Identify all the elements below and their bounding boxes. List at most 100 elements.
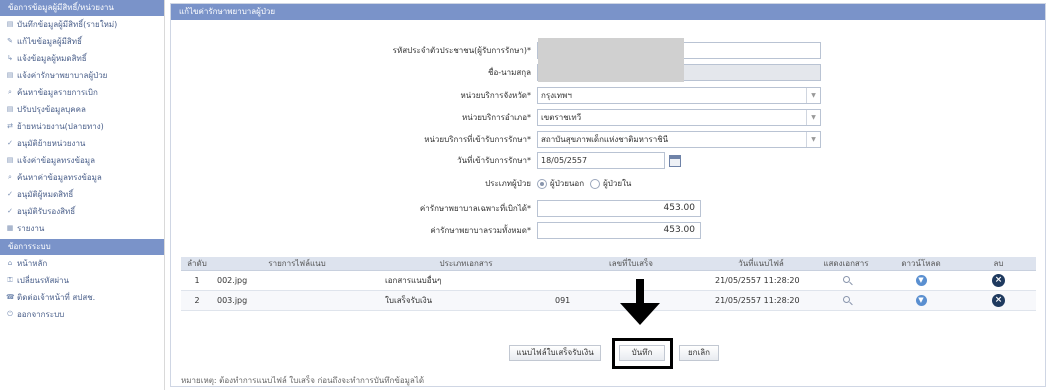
- table-row: 1 002.jpg เอกสารแนบอื่นๆ 21/05/2557 11:2…: [181, 270, 1036, 291]
- sidebar-item-label: อนุมัติผู้หมดสิทธิ์: [17, 190, 74, 199]
- page-icon: ▤: [6, 71, 14, 79]
- province-select[interactable]: กรุงเทพฯ ▼: [537, 87, 821, 104]
- col-download: ดาวน์โหลด: [881, 257, 961, 271]
- hospital-select[interactable]: สถาบันสุขภาพเด็กแห่งชาติมหาราชินี ▼: [537, 131, 821, 148]
- calendar-icon[interactable]: [669, 154, 681, 167]
- approve-icon: ✓: [7, 139, 13, 147]
- chevron-down-icon: ▼: [806, 88, 820, 103]
- sidebar-item-label: ค้นหาค่าข้อมูลทรงข้อมูล: [17, 173, 102, 182]
- delete-cell: ×: [961, 290, 1036, 311]
- sidebar-item-home[interactable]: ⌂ หน้าหลัก: [0, 255, 164, 272]
- chevron-down-icon: ▼: [806, 110, 820, 125]
- sidebar-item[interactable]: ✓ อนุมัติย้ายหน่วยงาน: [0, 135, 164, 152]
- download-icon[interactable]: ▼: [915, 295, 927, 306]
- view-cell: [811, 270, 881, 291]
- sidebar-item-contact[interactable]: ☎ ติดต่อเจ้าหน้าที่ สปสช.: [0, 289, 164, 306]
- sidebar-item-logout[interactable]: ⏻ ออกจากระบบ: [0, 306, 164, 323]
- claimable-label: ค่ารักษาพยาบาลเฉพาะที่เบิกได้*: [419, 204, 531, 213]
- sidebar-menu: ▤ บันทึกข้อมูลผู้มีสิทธิ์(รายใหม่) ✎ แก้ไข…: [0, 16, 164, 237]
- total-row: ค่ารักษาพยาบาลรวมทั้งหมด* 453.00: [351, 222, 701, 239]
- sidebar-item[interactable]: ▤ แจ้งค่ารักษาพยาบาลผู้ป่วย: [0, 67, 164, 84]
- home-icon: ⌂: [7, 259, 13, 267]
- cancel-button[interactable]: ยกเลิก: [679, 345, 719, 361]
- total-field[interactable]: 453.00: [537, 222, 701, 239]
- magnifier-icon[interactable]: [842, 296, 850, 303]
- patient-type-row: ประเภทผู้ป่วย ผู้ป่วยนอก ผู้ป่วยใน: [351, 177, 631, 190]
- sidebar-item[interactable]: ▦ รายงาน: [0, 220, 164, 237]
- page-icon: ▤: [6, 20, 14, 28]
- download-cell: ▼: [881, 290, 961, 311]
- download-icon[interactable]: ▼: [915, 275, 927, 286]
- outpatient-radio[interactable]: [537, 178, 547, 189]
- sidebar-item[interactable]: ▤ บันทึกข้อมูลผู้มีสิทธิ์(รายใหม่): [0, 16, 164, 33]
- sidebar-item[interactable]: ✓ อนุมัติรับรองสิทธิ์: [0, 203, 164, 220]
- district-select[interactable]: เขตราชเทวี ▼: [537, 109, 821, 126]
- id-label: รหัสประจำตัวประชาชน(ผู้รับการรักษา)*: [392, 46, 531, 55]
- hospital-label: หน่วยบริการที่เข้ารับการรักษา*: [424, 135, 531, 144]
- sidebar-header-system: ข้อการระบบ: [0, 239, 164, 255]
- page-icon: ▤: [6, 156, 14, 164]
- magnifier-icon[interactable]: [842, 276, 850, 283]
- approve-icon: ✓: [7, 207, 13, 215]
- search-icon: ⌕: [8, 88, 12, 96]
- col-receipt: เลขที่ใบเสร็จ: [551, 257, 711, 271]
- download-cell: ▼: [881, 270, 961, 291]
- province-label: หน่วยบริการจังหวัด*: [460, 91, 531, 100]
- inpatient-radio[interactable]: [590, 178, 601, 189]
- sidebar-item[interactable]: ✓ อนุมัติผู้หมดสิทธิ์: [0, 186, 164, 203]
- attach-receipt-button[interactable]: แนบไฟล์ใบเสร็จรับเงิน: [509, 345, 601, 361]
- province-value: กรุงเทพฯ: [541, 91, 572, 100]
- patient-type-label: ประเภทผู้ป่วย: [485, 179, 531, 188]
- col-delete: ลบ: [961, 257, 1036, 271]
- claimable-row: ค่ารักษาพยาบาลเฉพาะที่เบิกได้* 453.00: [351, 200, 701, 217]
- delete-icon[interactable]: ×: [992, 274, 1005, 287]
- report-icon: ▦: [6, 224, 14, 232]
- row-file: 003.jpg: [213, 290, 381, 311]
- sidebar-header: ข้อการข้อมูลผู้มีสิทธิ์/หน่วยงาน: [0, 0, 164, 16]
- date-field[interactable]: 18/05/2557: [537, 152, 665, 169]
- row-file: 002.jpg: [213, 270, 381, 291]
- logout-icon: ⏻: [7, 310, 13, 318]
- table-row: 2 003.jpg ใบเสร็จรับเงิน 091 21/05/2557 …: [181, 290, 1036, 311]
- claimable-field[interactable]: 453.00: [537, 200, 701, 217]
- sidebar-item[interactable]: ⌕ ค้นหาค่าข้อมูลทรงข้อมูล: [0, 169, 164, 186]
- sidebar-item[interactable]: ⌕ ค้นหาข้อมูลรายการเบิก: [0, 84, 164, 101]
- name-label: ชื่อ-นามสกุล: [488, 68, 531, 77]
- sidebar-item-label: อนุมัติย้ายหน่วยงาน: [17, 139, 86, 148]
- sidebar-item-label: ค้นหาข้อมูลรายการเบิก: [17, 88, 98, 97]
- col-file: รายการไฟล์แนบ: [213, 257, 381, 271]
- sidebar-item[interactable]: ↳ แจ้งข้อมูลผู้หมดสิทธิ์: [0, 50, 164, 67]
- sidebar-item-label: อนุมัติรับรองสิทธิ์: [17, 207, 76, 216]
- col-date: วันที่แนบไฟล์: [711, 257, 811, 271]
- sidebar-item[interactable]: ✎ แก้ไขข้อมูลผู้มีสิทธิ์: [0, 33, 164, 50]
- sidebar-item-label: เปลี่ยนรหัสผ่าน: [17, 276, 69, 285]
- delete-cell: ×: [961, 270, 1036, 291]
- row-doctype: เอกสารแนบอื่นๆ: [381, 270, 551, 291]
- sidebar-item-password[interactable]: ⚿ เปลี่ยนรหัสผ่าน: [0, 272, 164, 289]
- sidebar-item[interactable]: ⇄ ย้ายหน่วยงาน(ปลายทาง): [0, 118, 164, 135]
- row-doctype: ใบเสร็จรับเงิน: [381, 290, 551, 311]
- edit-icon: ✎: [7, 37, 13, 45]
- down-arrow-annotation: [620, 279, 660, 325]
- arrow-icon: ↳: [7, 54, 13, 62]
- sidebar-item-label: แจ้งค่าข้อมูลทรงข้อมูล: [17, 156, 95, 165]
- row-date: 21/05/2557 11:28:20: [711, 290, 811, 311]
- hospital-value: สถาบันสุขภาพเด็กแห่งชาติมหาราชินี: [541, 135, 669, 144]
- highlight-box: [612, 338, 673, 369]
- sidebar-item-label: บันทึกข้อมูลผู้มีสิทธิ์(รายใหม่): [17, 20, 118, 29]
- view-cell: [811, 290, 881, 311]
- row-no: 2: [181, 290, 213, 311]
- sidebar-item[interactable]: ▤ แจ้งค่าข้อมูลทรงข้อมูล: [0, 152, 164, 169]
- district-value: เขตราชเทวี: [541, 113, 582, 122]
- sidebar-item[interactable]: ▤ ปรับปรุงข้อมูลบุคคล: [0, 101, 164, 118]
- delete-icon[interactable]: ×: [992, 294, 1005, 307]
- move-icon: ⇄: [7, 122, 13, 130]
- sidebar-item-label: แจ้งข้อมูลผู้หมดสิทธิ์: [17, 54, 87, 63]
- sidebar-item-label: แก้ไขข้อมูลผู้มีสิทธิ์: [17, 37, 82, 46]
- main-panel: แก้ไขค่ารักษาพยาบาลผู้ป่วย รหัสประจำตัวป…: [170, 3, 1046, 387]
- contact-icon: ☎: [6, 293, 15, 301]
- search-icon: ⌕: [8, 173, 12, 181]
- outpatient-label: ผู้ป่วยนอก: [550, 179, 585, 188]
- row-date: 21/05/2557 11:28:20: [711, 270, 811, 291]
- sidebar-item-label: ออกจากระบบ: [17, 310, 65, 319]
